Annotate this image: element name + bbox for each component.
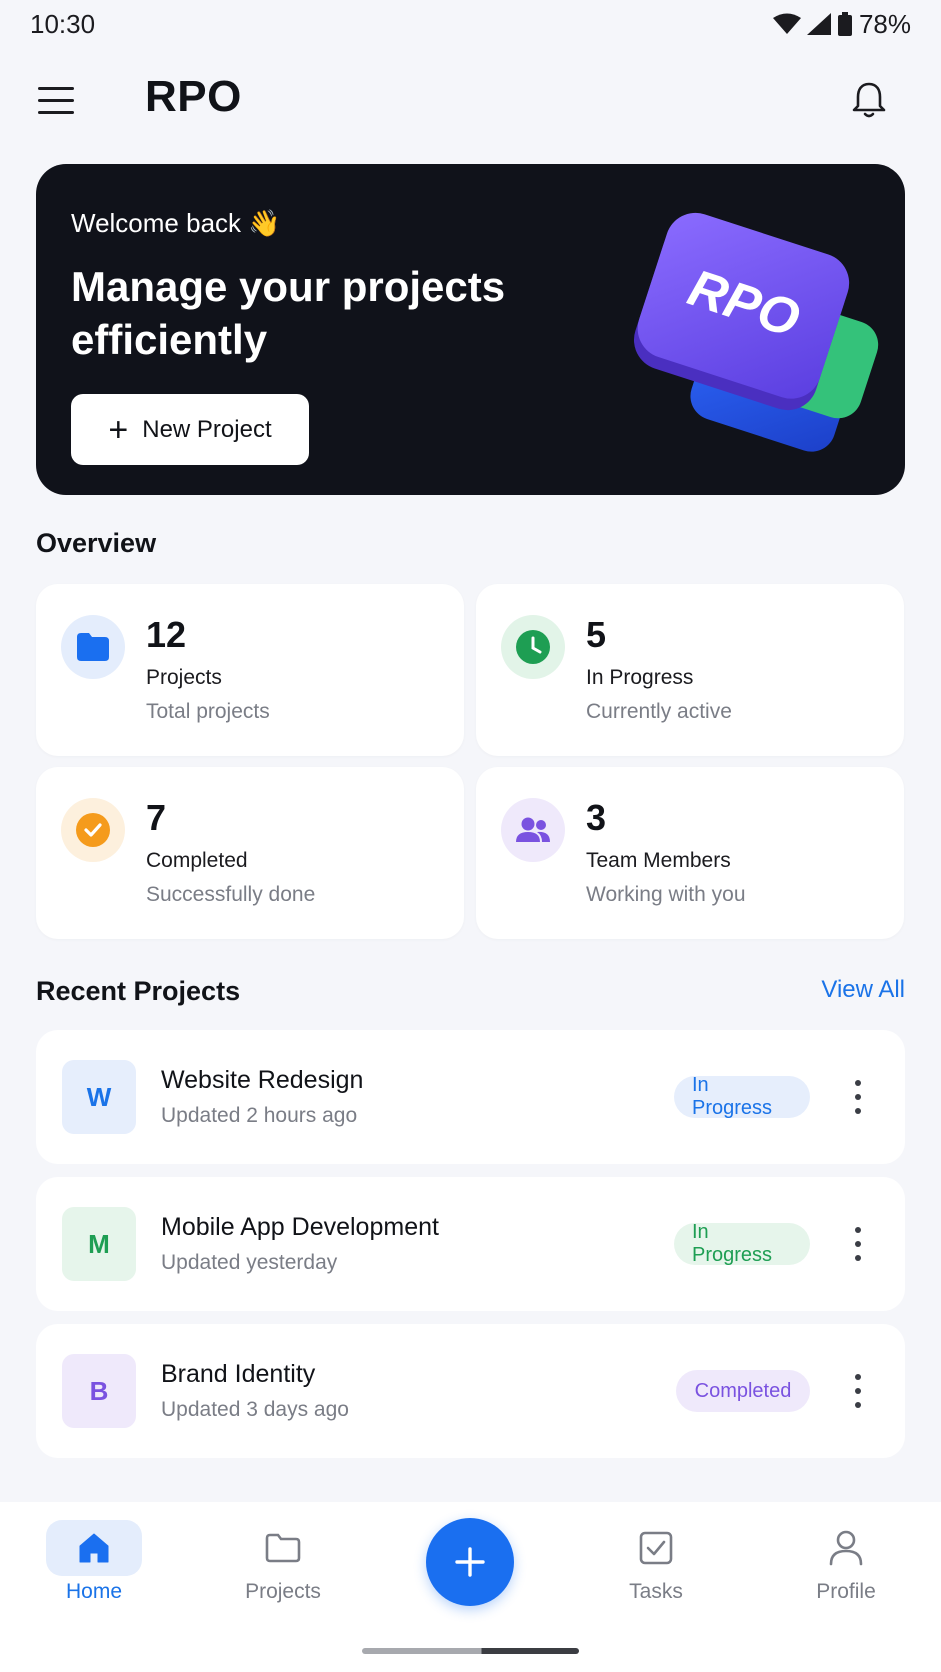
signal-icon — [806, 13, 831, 35]
status-indicators: 78% — [772, 8, 911, 40]
stat-value: 7 — [146, 797, 167, 838]
stat-value: 3 — [586, 797, 607, 838]
check-circle-icon — [61, 798, 125, 862]
person-icon — [798, 1520, 894, 1576]
project-avatar: W — [62, 1060, 136, 1134]
status-bar: 10:30 78% — [0, 0, 941, 48]
add-fab-button[interactable] — [426, 1518, 514, 1606]
folder-outline-icon — [235, 1520, 331, 1576]
stat-label: Completed — [146, 849, 248, 872]
recent-projects-heading: Recent Projects — [36, 976, 241, 1006]
status-badge: In Progress — [674, 1221, 810, 1266]
app-bar: RPO — [0, 60, 941, 140]
bottom-navigation: Home Projects Tasks Profile — [0, 1502, 941, 1672]
home-icon — [46, 1520, 142, 1576]
stat-card-projects[interactable]: 12 Projects Total projects — [36, 584, 464, 756]
stat-value: 12 — [146, 614, 187, 655]
rpo-logo-illustration: RPO — [633, 212, 879, 452]
plus-icon — [455, 1547, 485, 1577]
battery-icon — [837, 12, 852, 36]
stat-label: Projects — [146, 666, 222, 689]
overview-heading: Overview — [36, 528, 157, 558]
nav-profile[interactable]: Profile — [781, 1520, 911, 1620]
stat-card-team[interactable]: 3 Team Members Working with you — [476, 767, 904, 939]
stat-card-completed[interactable]: 7 Completed Successfully done — [36, 767, 464, 939]
nav-label: Home — [65, 1580, 123, 1603]
nav-projects[interactable]: Projects — [218, 1520, 348, 1620]
project-card-website-redesign[interactable]: W Website Redesign Updated 2 hours ago I… — [36, 1030, 905, 1164]
bell-icon[interactable] — [847, 78, 891, 122]
new-project-button[interactable]: + New Project — [71, 394, 309, 465]
welcome-text: Welcome back 👋 — [71, 208, 281, 238]
project-card-mobile-app[interactable]: M Mobile App Development Updated yesterd… — [36, 1177, 905, 1311]
gesture-home-indicator — [362, 1648, 579, 1654]
project-card-brand-identity[interactable]: B Brand Identity Updated 3 days ago Comp… — [36, 1324, 905, 1458]
stat-card-in-progress[interactable]: 5 In Progress Currently active — [476, 584, 904, 756]
project-updated: Updated 3 days ago — [161, 1398, 349, 1421]
stat-value: 5 — [586, 614, 607, 655]
project-name: Mobile App Development — [161, 1213, 439, 1241]
wifi-icon — [772, 13, 801, 34]
clock-icon — [501, 615, 565, 679]
stat-subtitle: Successfully done — [146, 883, 316, 906]
status-time: 10:30 — [30, 8, 96, 39]
project-name: Website Redesign — [161, 1066, 364, 1094]
app-title: RPO — [145, 72, 242, 121]
nav-label: Projects — [245, 1580, 321, 1603]
project-name: Brand Identity — [161, 1360, 316, 1388]
more-options-icon[interactable] — [853, 1227, 863, 1261]
menu-icon[interactable] — [38, 80, 78, 120]
plus-icon: + — [108, 410, 129, 449]
stat-subtitle: Total projects — [146, 700, 270, 723]
view-all-link[interactable]: View All — [821, 976, 905, 1004]
banner-title: Manage your projects efficiently — [71, 263, 506, 363]
team-icon — [501, 798, 565, 862]
battery-percent: 78% — [858, 8, 911, 39]
welcome-banner: Welcome back 👋 Manage your projects effi… — [36, 164, 905, 495]
new-project-label: New Project — [142, 415, 272, 443]
folder-icon — [61, 615, 125, 679]
nav-tasks[interactable]: Tasks — [591, 1520, 721, 1620]
project-avatar: M — [62, 1207, 136, 1281]
status-badge: In Progress — [674, 1074, 810, 1119]
project-updated: Updated yesterday — [161, 1251, 338, 1274]
nav-label: Tasks — [629, 1580, 683, 1603]
stat-subtitle: Currently active — [586, 700, 732, 723]
nav-home[interactable]: Home — [29, 1520, 159, 1620]
stat-label: Team Members — [586, 849, 731, 872]
stat-label: In Progress — [586, 666, 694, 689]
project-avatar: B — [62, 1354, 136, 1428]
stat-subtitle: Working with you — [586, 883, 746, 906]
more-options-icon[interactable] — [853, 1080, 863, 1114]
status-badge: Completed — [676, 1370, 810, 1412]
nav-label: Profile — [816, 1580, 876, 1603]
project-updated: Updated 2 hours ago — [161, 1104, 358, 1127]
task-check-icon — [608, 1520, 704, 1576]
more-options-icon[interactable] — [853, 1374, 863, 1408]
